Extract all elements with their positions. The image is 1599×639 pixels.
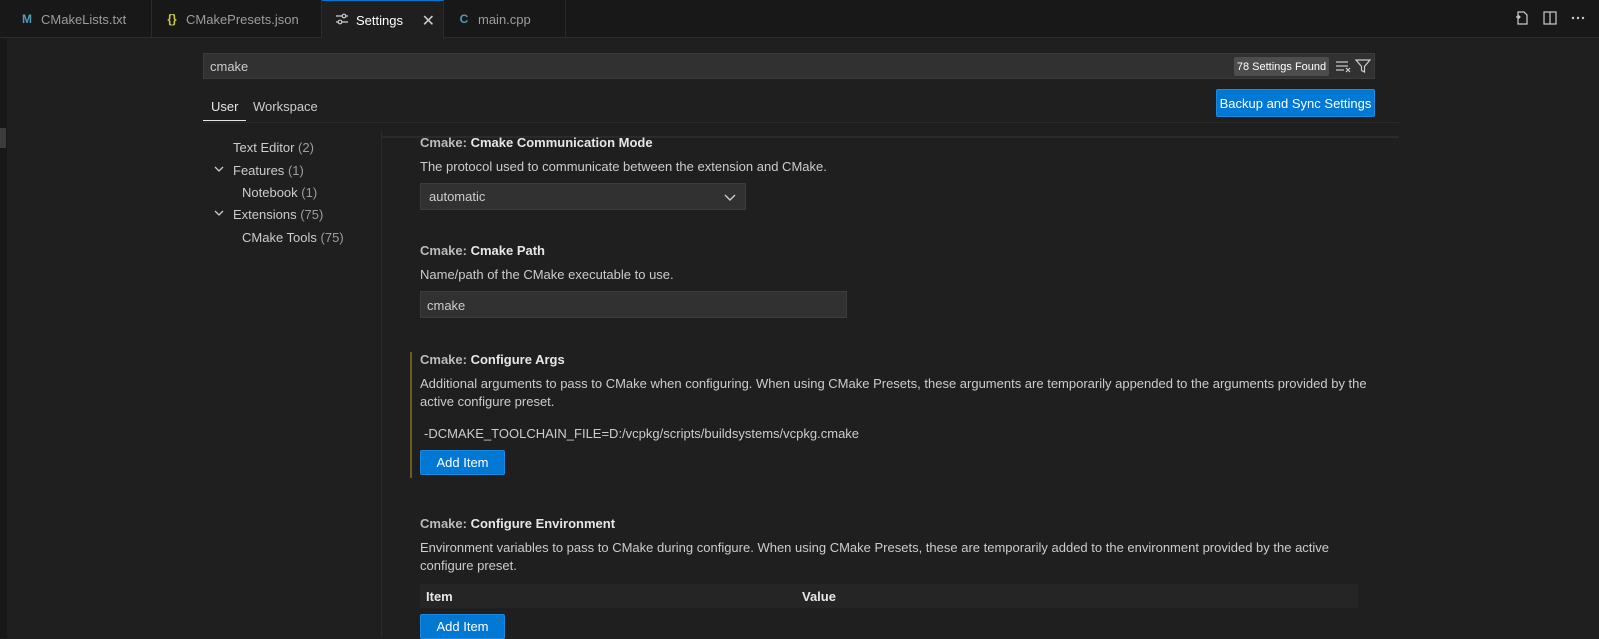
modified-indicator bbox=[410, 352, 412, 478]
settings-sliders-icon bbox=[334, 12, 350, 29]
toc-item-features[interactable]: Features (1) bbox=[214, 163, 304, 185]
filter-icon[interactable] bbox=[1354, 57, 1372, 75]
scroll-marker bbox=[0, 128, 6, 148]
cmake-file-icon: M bbox=[22, 12, 32, 26]
toc-item-text-editor[interactable]: Text Editor (2) bbox=[233, 140, 314, 162]
add-item-button[interactable]: Add Item bbox=[420, 450, 505, 475]
setting-description: The protocol used to communicate between… bbox=[420, 159, 827, 174]
tab-label: Settings bbox=[356, 12, 403, 28]
setting-description: Name/path of the CMake executable to use… bbox=[420, 267, 674, 282]
setting-configure-args: Cmake: Configure Args Additional argumen… bbox=[420, 352, 1370, 475]
settings-search: 78 Settings Found bbox=[203, 53, 1375, 79]
more-actions-icon[interactable] bbox=[1569, 8, 1587, 28]
setting-title: Cmake: Configure Args bbox=[420, 352, 565, 367]
list-item[interactable]: -DCMAKE_TOOLCHAIN_FILE=D:/vcpkg/scripts/… bbox=[424, 426, 859, 441]
chevron-down-icon bbox=[213, 163, 227, 178]
setting-communication-mode: Cmake: Cmake Communication Mode The prot… bbox=[420, 135, 1370, 210]
settings-found-badge: 78 Settings Found bbox=[1234, 57, 1329, 76]
tab-user[interactable]: User bbox=[203, 95, 247, 121]
chevron-down-icon bbox=[723, 190, 737, 204]
toc-border bbox=[381, 130, 382, 638]
close-icon[interactable]: ✕ bbox=[422, 11, 435, 31]
backup-sync-button[interactable]: Backup and Sync Settings bbox=[1216, 89, 1375, 117]
tab-cmakelists[interactable]: M CMakeLists.txt bbox=[7, 0, 152, 38]
setting-title: Cmake: Cmake Path bbox=[420, 243, 545, 258]
split-editor-icon[interactable] bbox=[1541, 8, 1559, 28]
tab-cmakepresets[interactable]: {} CMakePresets.json bbox=[152, 0, 322, 38]
activity-strip bbox=[0, 0, 7, 638]
open-json-icon[interactable] bbox=[1513, 8, 1531, 28]
setting-title: Cmake: Cmake Communication Mode bbox=[420, 135, 653, 150]
tab-workspace[interactable]: Workspace bbox=[245, 95, 326, 121]
chevron-down-icon bbox=[213, 207, 227, 222]
setting-description: Additional arguments to pass to CMake wh… bbox=[420, 376, 1367, 409]
search-input[interactable] bbox=[204, 54, 1224, 78]
toc-item-notebook[interactable]: Notebook (1) bbox=[242, 185, 317, 207]
setting-title: Cmake: Configure Environment bbox=[420, 516, 616, 531]
header-divider bbox=[203, 122, 1399, 123]
clear-filter-icon[interactable] bbox=[1334, 57, 1352, 75]
toc-item-extensions[interactable]: Extensions (75) bbox=[214, 207, 323, 229]
tab-main-cpp[interactable]: C main.cpp bbox=[444, 0, 566, 38]
communication-mode-select[interactable]: automatic bbox=[420, 183, 746, 210]
editor-tab-bar: M CMakeLists.txt {} CMakePresets.json Se… bbox=[0, 0, 1599, 39]
tab-settings[interactable]: Settings ✕ bbox=[322, 0, 444, 39]
setting-cmake-path: Cmake: Cmake Path Name/path of the CMake… bbox=[420, 243, 1370, 318]
table-header: Item Value bbox=[420, 584, 1358, 608]
tab-label: main.cpp bbox=[478, 11, 531, 27]
cmake-path-input[interactable]: cmake bbox=[420, 291, 847, 318]
json-file-icon: {} bbox=[167, 12, 177, 26]
toc-item-cmake-tools[interactable]: CMake Tools (75) bbox=[242, 230, 344, 252]
cpp-file-icon: C bbox=[459, 12, 469, 26]
setting-configure-environment: Cmake: Configure Environment Environment… bbox=[420, 516, 1370, 639]
column-item: Item bbox=[426, 589, 453, 604]
setting-description: Environment variables to pass to CMake d… bbox=[420, 540, 1330, 573]
column-value: Value bbox=[802, 589, 836, 604]
add-item-button[interactable]: Add Item bbox=[420, 614, 505, 639]
tab-label: CMakePresets.json bbox=[186, 11, 299, 27]
tab-label: CMakeLists.txt bbox=[41, 11, 127, 27]
editor-actions bbox=[1513, 8, 1587, 28]
